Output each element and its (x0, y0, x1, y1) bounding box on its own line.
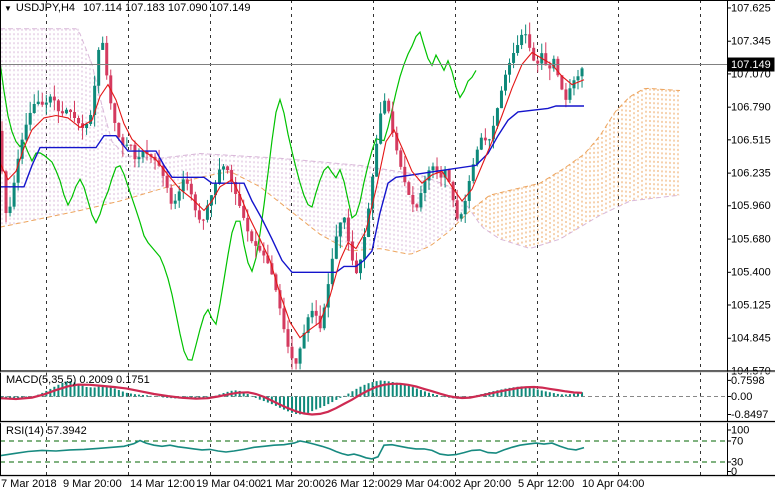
svg-text:0.00: 0.00 (731, 391, 752, 403)
svg-text:107.625: 107.625 (731, 2, 771, 14)
symbol-label: USDJPY,H4 (16, 2, 75, 14)
svg-text:2 Apr 20:00: 2 Apr 20:00 (455, 478, 511, 490)
symbol-dropdown-icon[interactable]: ▼ (4, 4, 12, 13)
svg-text:104.845: 104.845 (731, 333, 771, 345)
svg-text:29 Mar 04:00: 29 Mar 04:00 (390, 478, 455, 490)
svg-text:5 Apr 12:00: 5 Apr 12:00 (518, 478, 574, 490)
svg-text:106.790: 106.790 (731, 102, 771, 114)
svg-text:7 Mar 2018: 7 Mar 2018 (1, 478, 57, 490)
svg-text:0: 0 (731, 466, 737, 478)
svg-text:105.680: 105.680 (731, 233, 771, 245)
chart-title: ▼ USDJPY,H4 107.114 107.183 107.090 107.14… (4, 2, 250, 14)
svg-text:19 Mar 04:00: 19 Mar 04:00 (196, 478, 261, 490)
macd-label: MACD(5,35,5) 0.2009 0.1751 (6, 374, 150, 386)
rsi-label: RSI(14) 57.3942 (6, 425, 87, 437)
chart-window: 107.149107.625107.345107.070106.790106.5… (0, 0, 775, 497)
time-axis-labels[interactable]: 7 Mar 2018 9 Mar 20:00 14 Mar 12:0019 Mar … (1, 478, 644, 490)
svg-text:21 Mar 20:00: 21 Mar 20:00 (260, 478, 325, 490)
svg-text:107.345: 107.345 (731, 36, 771, 48)
svg-text:14 Mar 12:00: 14 Mar 12:00 (130, 478, 195, 490)
svg-text:105.125: 105.125 (731, 299, 771, 311)
quote-values: 107.114 107.183 107.090 107.149 (83, 2, 250, 14)
svg-text:26 Mar 12:00: 26 Mar 12:00 (325, 478, 390, 490)
svg-text:106.515: 106.515 (731, 134, 771, 146)
svg-text:9 Mar 20:00: 9 Mar 20:00 (63, 478, 122, 490)
svg-text:10 Apr 04:00: 10 Apr 04:00 (582, 478, 644, 490)
svg-text:0.7598: 0.7598 (731, 375, 765, 387)
svg-text:70: 70 (731, 435, 743, 447)
svg-text:107.070: 107.070 (731, 68, 771, 80)
svg-text:105.960: 105.960 (731, 200, 771, 212)
chart-canvas[interactable]: 107.149107.625107.345107.070106.790106.5… (0, 0, 775, 497)
svg-text:106.235: 106.235 (731, 168, 771, 180)
svg-text:105.400: 105.400 (731, 267, 771, 279)
svg-text:-0.8497: -0.8497 (731, 409, 768, 421)
